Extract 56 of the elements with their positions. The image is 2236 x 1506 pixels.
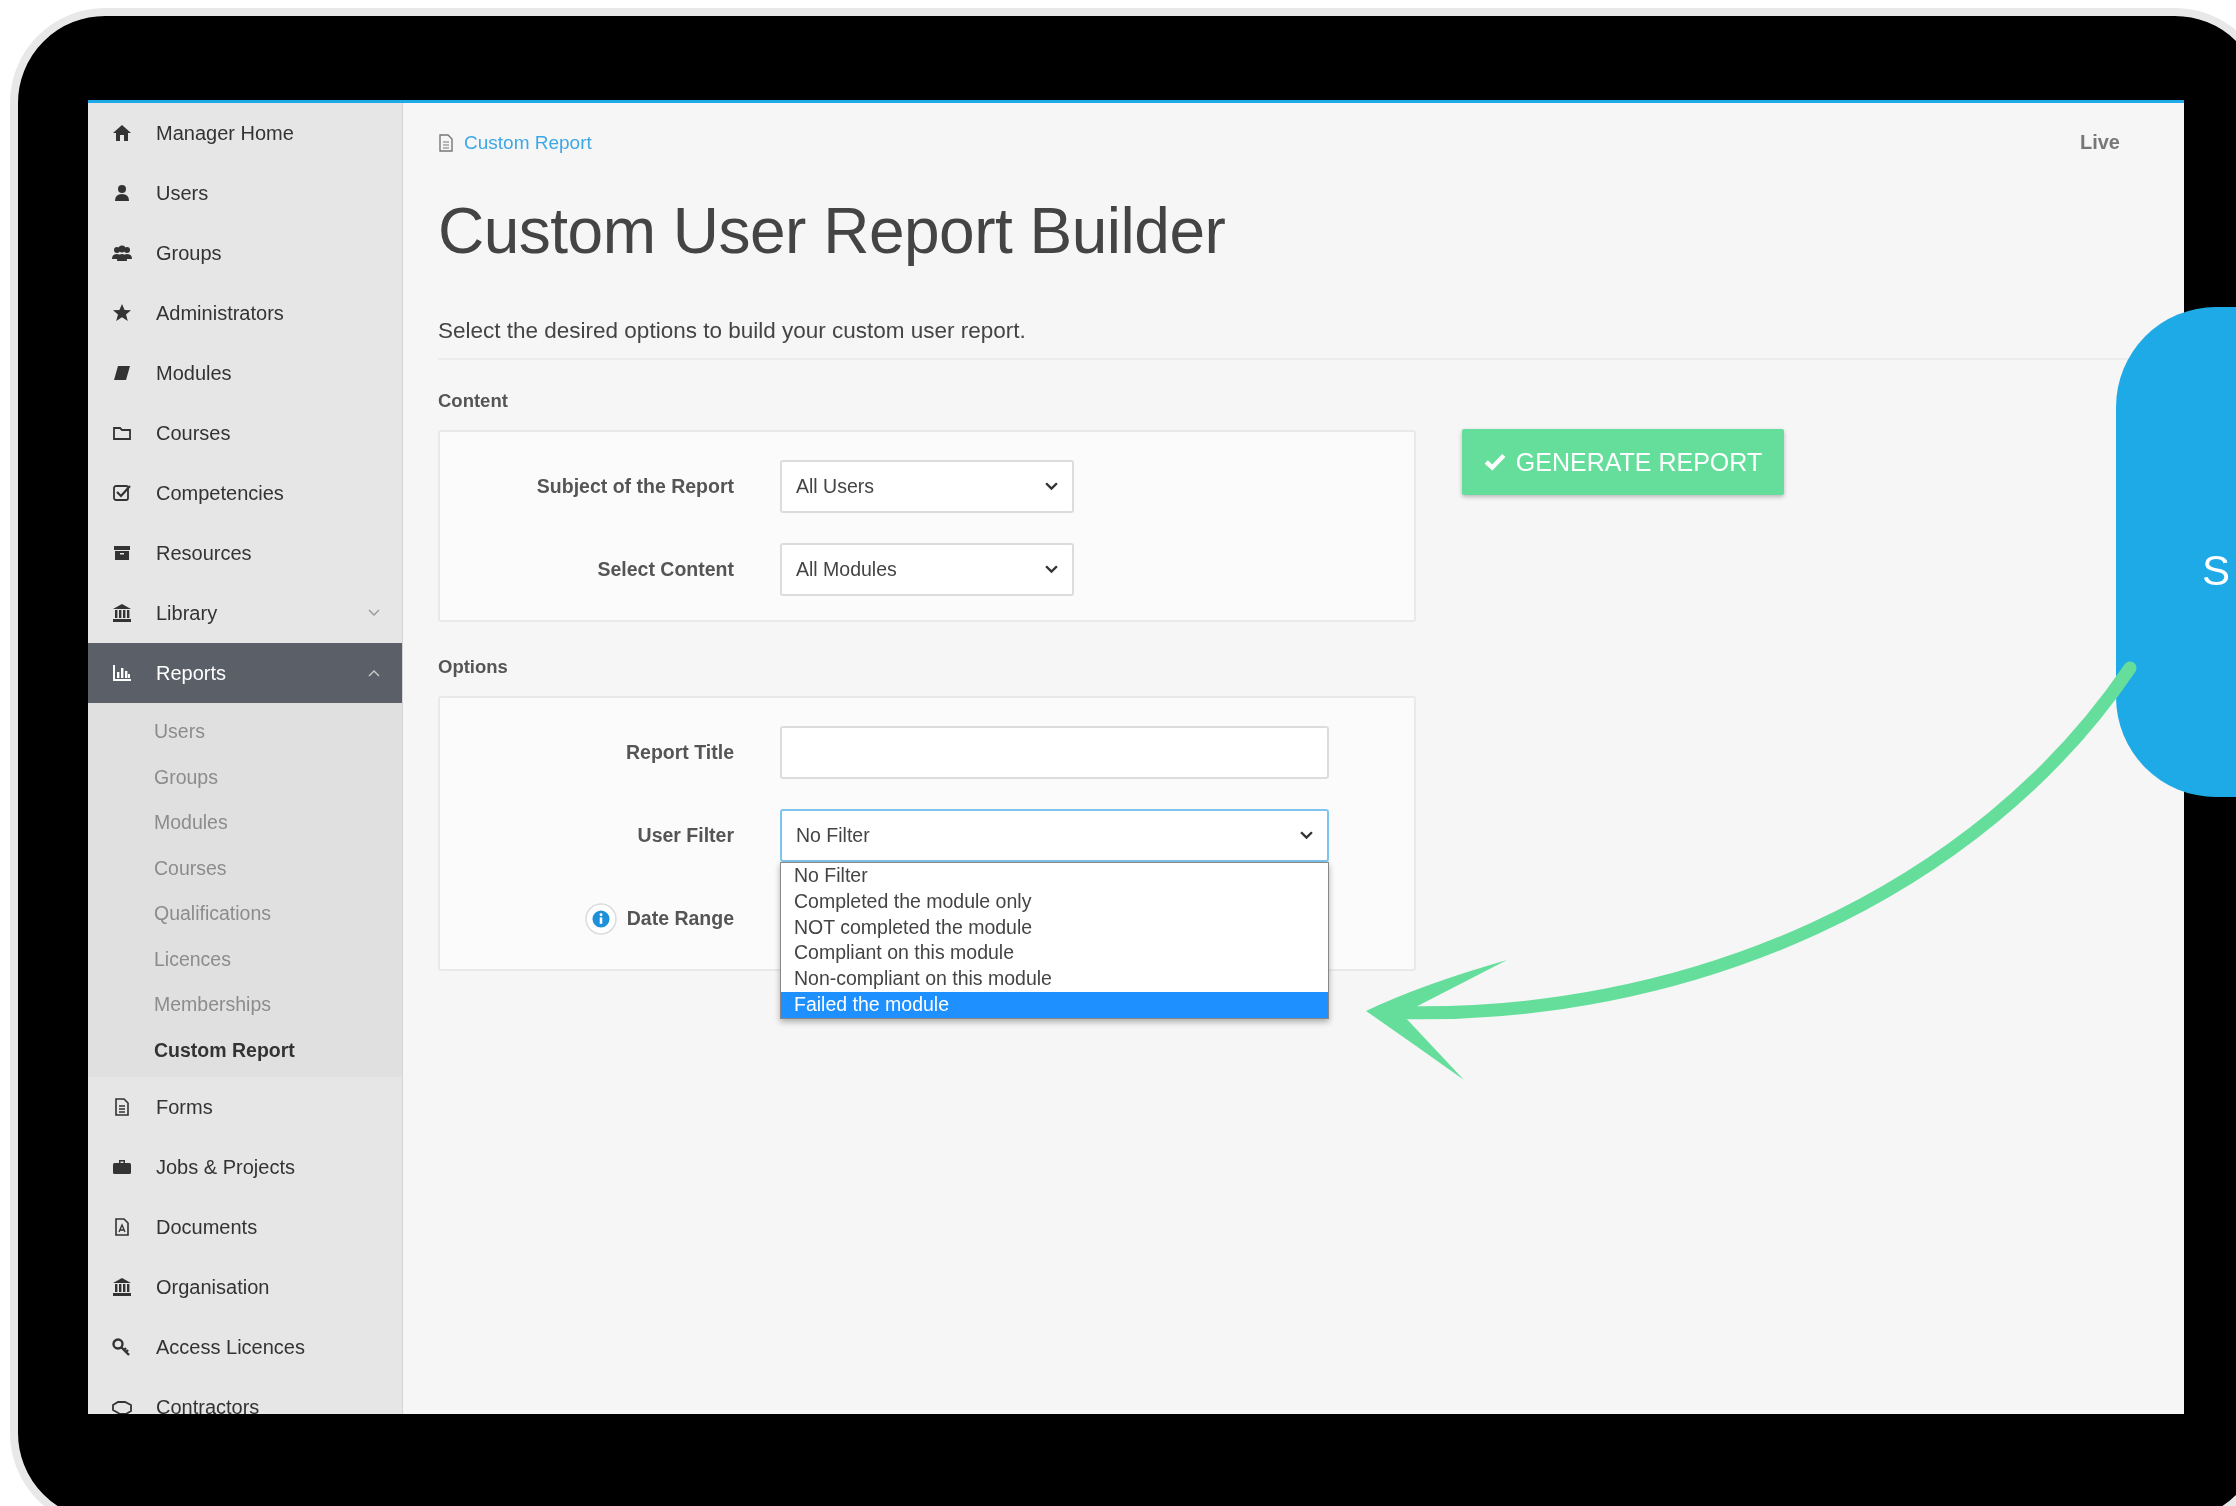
users-icon bbox=[112, 243, 132, 263]
field-label: Select Content bbox=[596, 558, 734, 581]
dropdown-option[interactable]: NOT completed the module bbox=[781, 914, 1328, 941]
home-icon bbox=[112, 123, 132, 143]
briefcase-icon bbox=[112, 1157, 132, 1177]
sidebar-item[interactable]: Documents bbox=[88, 1197, 402, 1257]
status-text: Live bbox=[2079, 131, 2120, 154]
caret-icon bbox=[1045, 482, 1058, 491]
field-label: Report Title bbox=[626, 741, 734, 764]
sidebar-item[interactable]: Forms bbox=[88, 1077, 402, 1137]
submenu-item[interactable]: Custom Report bbox=[88, 1027, 402, 1073]
field-label: User Filter bbox=[637, 824, 734, 847]
sidebar-item[interactable]: Reports bbox=[88, 643, 402, 703]
dropdown-field[interactable]: No Filter bbox=[780, 809, 1329, 862]
sidebar-item[interactable]: Jobs & Projects bbox=[88, 1137, 402, 1197]
sidebar-item[interactable]: Access Licences bbox=[88, 1317, 402, 1377]
sidebar-item[interactable]: Organisation bbox=[88, 1257, 402, 1317]
document-icon bbox=[112, 1097, 132, 1117]
section-heading: Content bbox=[438, 390, 509, 413]
bank-icon bbox=[112, 603, 132, 623]
document-icon bbox=[438, 133, 454, 152]
dropdown-option[interactable]: No Filter bbox=[781, 863, 1328, 889]
page-title: Custom User Report Builder bbox=[438, 194, 1227, 268]
dropdown-option[interactable]: Completed the module only bbox=[781, 888, 1328, 915]
bank-icon bbox=[112, 1277, 132, 1297]
star-icon bbox=[112, 303, 132, 323]
sidebar-item[interactable]: Resources bbox=[88, 523, 402, 583]
dropdown-field[interactable]: All Modules bbox=[780, 543, 1074, 596]
dropdown-field[interactable]: All Users bbox=[780, 460, 1074, 513]
page-subtitle: Select the desired options to build your custom user report. bbox=[438, 318, 1027, 344]
field-label: Date Range bbox=[626, 907, 734, 930]
sidebar-item[interactable]: Courses bbox=[88, 403, 402, 463]
input-field[interactable] bbox=[780, 726, 1329, 779]
sidebar-item[interactable]: Contractors bbox=[88, 1377, 402, 1414]
caret-icon bbox=[1045, 565, 1058, 574]
sidebar-item[interactable]: Competencies bbox=[88, 463, 402, 523]
bar-chart-icon bbox=[112, 663, 132, 683]
user-icon bbox=[112, 183, 132, 203]
sidebar-item[interactable]: Administrators bbox=[88, 283, 402, 343]
sidebar-item[interactable]: Groups bbox=[88, 223, 402, 283]
sidebar-item[interactable]: Manager Home bbox=[88, 103, 402, 163]
caret-icon bbox=[1300, 831, 1313, 840]
document-icon bbox=[112, 1217, 132, 1237]
checkbox-icon bbox=[112, 483, 132, 503]
key-icon bbox=[112, 1337, 132, 1357]
sidebar-item[interactable]: Modules bbox=[88, 343, 402, 403]
info-icon[interactable] bbox=[584, 902, 617, 935]
field-label: Subject of the Report bbox=[535, 475, 734, 498]
archive-icon bbox=[112, 543, 132, 563]
dropdown-option[interactable]: Non-compliant on this module bbox=[781, 966, 1328, 992]
callout-text: S bbox=[2202, 547, 2230, 595]
section-heading: Options bbox=[438, 656, 509, 679]
check-icon bbox=[1483, 453, 1506, 471]
dropdown-option[interactable]: Compliant on this module bbox=[781, 940, 1328, 967]
sidebar-item[interactable]: Users bbox=[88, 163, 402, 223]
sidebar-item[interactable]: Library bbox=[88, 583, 402, 643]
